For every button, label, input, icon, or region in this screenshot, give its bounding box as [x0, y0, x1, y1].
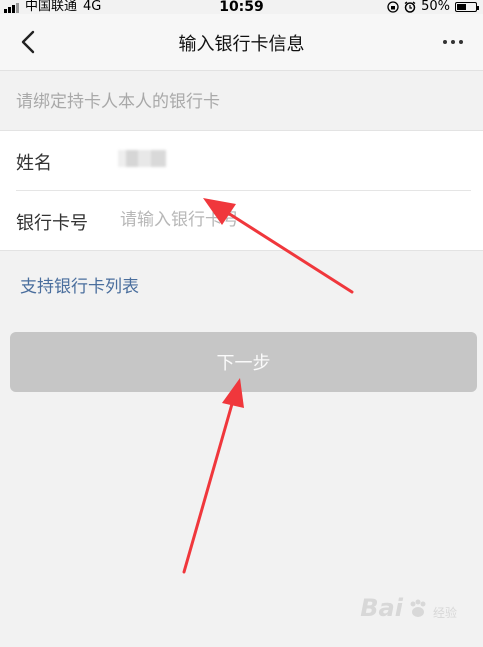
supported-banks-link[interactable]: 支持银行卡列表 — [20, 272, 139, 297]
more-dots-icon — [443, 40, 447, 44]
page-title: 输入银行卡信息 — [178, 34, 305, 55]
more-button[interactable] — [437, 28, 469, 56]
watermark-text: Bai — [360, 594, 403, 622]
card-number-input[interactable] — [120, 207, 420, 233]
navigation-bar: 输入银行卡信息 — [0, 14, 483, 71]
next-step-button[interactable]: 下一步 — [10, 332, 477, 392]
bind-hint-text: 请绑定持卡人本人的银行卡 — [16, 92, 220, 112]
paw-icon — [410, 599, 426, 617]
status-bar: 中国联通 4G 10:59 50% — [0, 0, 483, 14]
annotation-arrow-to-next — [182, 378, 244, 574]
baidu-jingyan-watermark: Bai 经验 — [360, 596, 457, 620]
watermark-subtext: 经验 — [432, 606, 457, 620]
battery-icon — [455, 2, 479, 12]
alarm-icon — [404, 1, 416, 13]
card-number-label: 银行卡号 — [16, 213, 88, 234]
card-info-form: 姓名 银行卡号 — [0, 130, 483, 251]
status-right: 50% — [387, 0, 479, 14]
battery-percent: 50% — [421, 0, 450, 14]
rotation-lock-icon — [387, 1, 399, 13]
name-label: 姓名 — [16, 153, 52, 174]
name-value-redacted — [118, 150, 166, 167]
card-number-row: 银行卡号 — [0, 191, 483, 250]
name-row: 姓名 — [0, 131, 483, 190]
